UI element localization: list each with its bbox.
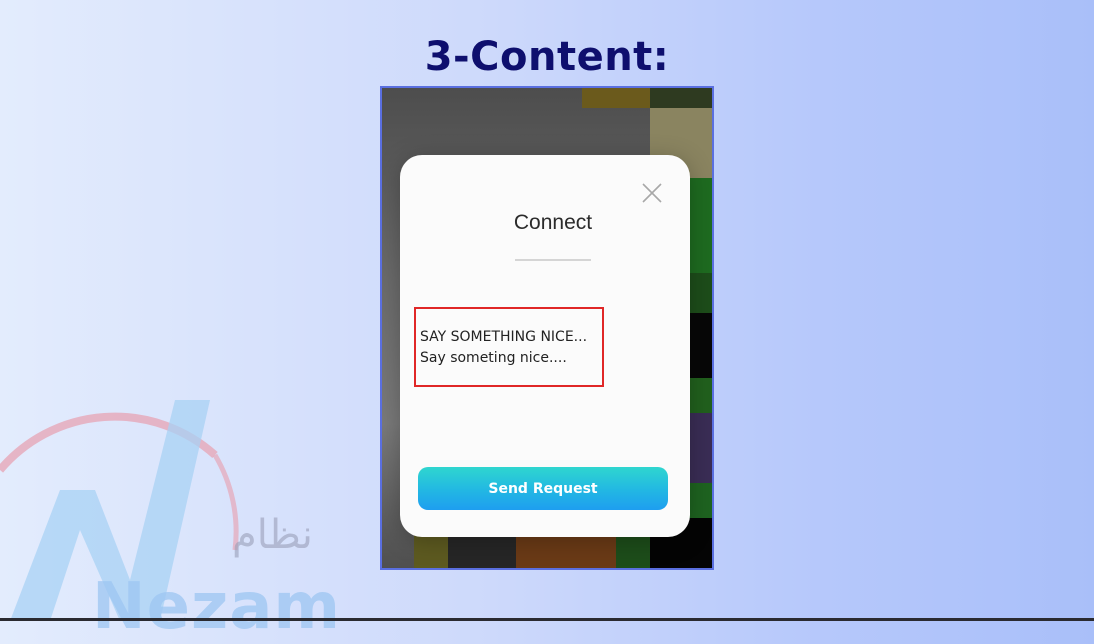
dialog-title: Connect	[513, 211, 593, 234]
background-tile	[448, 534, 516, 568]
phone-screenshot: Connect SAY SOMETHING NICE... Say someti…	[380, 86, 714, 570]
brand-arabic-text: نظام	[232, 512, 313, 558]
background-tile	[616, 534, 650, 568]
brand-latin-text: Nezam	[92, 570, 342, 644]
background-tile	[516, 534, 616, 568]
message-value: Say someting nice....	[420, 350, 567, 366]
message-input[interactable]: SAY SOMETHING NICE... Say someting nice.…	[414, 307, 604, 387]
slide-heading: 3-Content:	[424, 34, 670, 80]
message-placeholder: SAY SOMETHING NICE...	[420, 329, 588, 345]
background-tile	[650, 88, 712, 108]
background-tile	[582, 88, 650, 108]
background-tile	[414, 534, 448, 568]
connect-dialog: Connect SAY SOMETHING NICE... Say someti…	[400, 155, 690, 537]
close-icon[interactable]	[640, 181, 664, 205]
send-request-button[interactable]: Send Request	[418, 467, 668, 510]
title-divider	[515, 259, 591, 261]
